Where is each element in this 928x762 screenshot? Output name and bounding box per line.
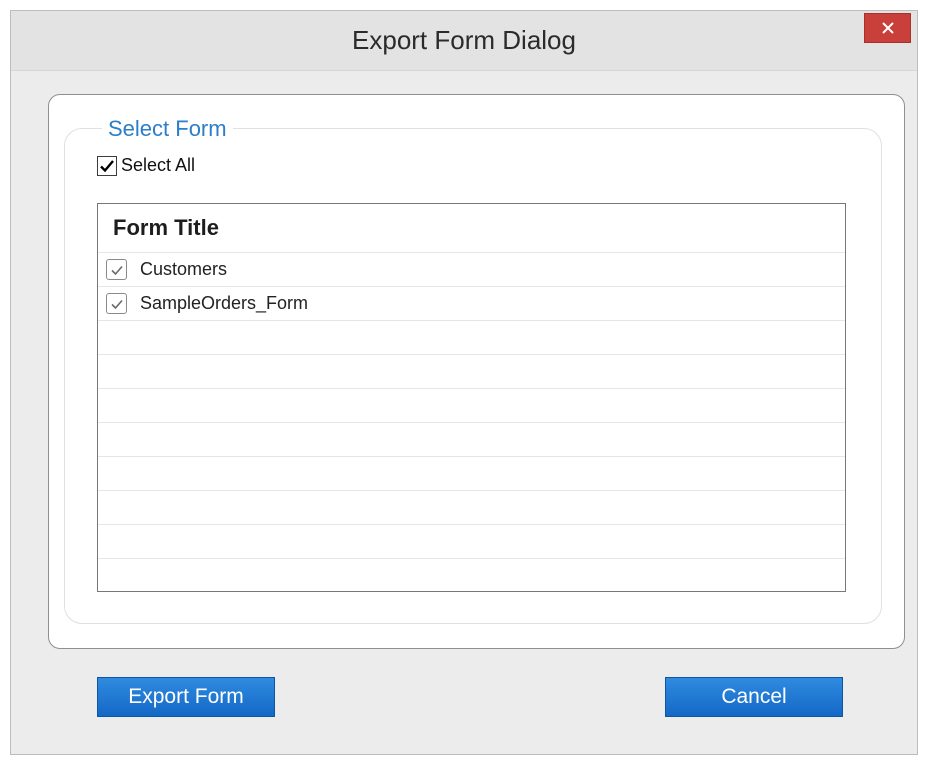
dialog-title: Export Form Dialog [352, 25, 576, 55]
empty-row [98, 355, 845, 389]
close-icon [881, 22, 894, 34]
content-panel: Select Form Select All Form Title Custom… [48, 94, 905, 649]
form-row-label: Customers [140, 259, 228, 279]
empty-row [98, 559, 845, 591]
select-all-checkbox[interactable] [97, 155, 117, 176]
select-form-legend: Select Form [102, 116, 233, 142]
form-row[interactable]: Customers [98, 253, 845, 287]
form-row-label: SampleOrders_Form [140, 293, 309, 313]
export-form-dialog: Export Form Dialog Select Form Select Al… [10, 10, 918, 755]
empty-row [98, 491, 845, 525]
cancel-button[interactable]: Cancel [665, 677, 843, 717]
close-button[interactable] [864, 13, 911, 43]
export-form-button[interactable]: Export Form [97, 677, 275, 717]
checkmark-icon [110, 299, 123, 309]
grid-header-form-title[interactable]: Form Title [98, 204, 845, 253]
form-list-grid[interactable]: Form Title Customers SampleOrders_Form [97, 203, 846, 592]
empty-row [98, 389, 845, 423]
empty-row [98, 457, 845, 491]
checkmark-icon [100, 159, 114, 172]
checkmark-icon [110, 265, 123, 275]
empty-row [98, 525, 845, 559]
title-bar: Export Form Dialog [11, 11, 917, 71]
empty-row [98, 423, 845, 457]
form-row-checkbox[interactable] [106, 293, 127, 314]
select-all-control[interactable]: Select All [97, 155, 195, 176]
form-row[interactable]: SampleOrders_Form [98, 287, 845, 321]
form-row-checkbox[interactable] [106, 259, 127, 280]
select-all-label: Select All [121, 155, 196, 175]
empty-row [98, 321, 845, 355]
